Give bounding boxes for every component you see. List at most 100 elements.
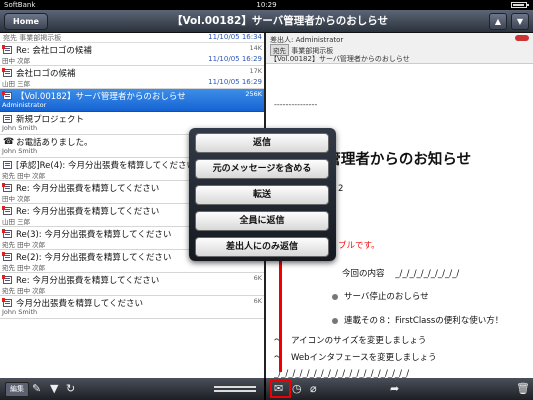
sender-value: Administrator <box>295 36 344 44</box>
reply-all-button[interactable]: 全員に返信 <box>195 211 329 231</box>
progress-track <box>214 386 256 388</box>
note-line: 〜 アイコンのサイズを変更しましょう <box>274 336 427 346</box>
mail-icon <box>2 275 12 284</box>
list-item-sender: 田中 次郎 <box>2 195 31 203</box>
flag-icon <box>2 229 5 233</box>
agenda-item: 連載その８：FirstClassの便利な使い方！ <box>332 314 503 326</box>
list-item-sender: John Smith <box>2 124 38 132</box>
page-title: 【Vol.00182】サーバ管理者からのおしらせ <box>171 15 389 27</box>
previous-message-button[interactable]: ▲ <box>489 13 507 30</box>
home-button[interactable]: Home <box>4 13 48 30</box>
list-item[interactable]: 【Vol.00182】サーバ管理者からのおしらせ 256K Administrato… <box>0 89 264 112</box>
filter-icon[interactable]: ▼ <box>50 378 58 400</box>
mail-icon <box>2 91 12 100</box>
content-label-text: 今回の内容 <box>342 269 385 279</box>
content-label: 今回の内容 _/_/_/_/_/_/_/_/_/ <box>342 267 459 279</box>
note-line: 〜 Webインタフェースを変更しましょう <box>274 353 437 363</box>
edit-button[interactable]: 編集 <box>5 382 29 397</box>
flag-icon <box>2 206 5 210</box>
flag-icon <box>2 252 5 256</box>
list-item[interactable]: Re: 会社ロゴの候補 14K 田中 次郎 11/10/05 16:29 <box>0 43 264 66</box>
mail-icon <box>2 298 12 307</box>
list-item-size: 256K <box>245 90 262 98</box>
list-item-sender: John Smith <box>2 308 38 316</box>
mail-icon <box>2 206 12 215</box>
agenda-item-text: 連載その８：FirstClassの便利な使い方！ <box>344 316 504 326</box>
flag-icon <box>2 45 5 49</box>
flag-icon <box>2 298 5 302</box>
list-item-size: 14K <box>249 44 262 52</box>
flag-icon <box>2 183 5 187</box>
message-toolbar: ✉ ◷ ⌀ ➦ 🗑 <box>266 378 533 400</box>
annotation-highlight <box>270 380 291 398</box>
content-decor: _/_/_/_/_/_/_/_/_/ <box>395 269 460 279</box>
phone-icon: ☎ <box>3 137 15 147</box>
flag-icon <box>2 68 5 72</box>
sender-label: 差出人: <box>270 36 294 44</box>
list-item-sender: 田中 次郎 <box>2 57 31 65</box>
list-item-sender: 宛先 田中 次郎 <box>2 241 46 249</box>
clock-icon[interactable]: ◷ <box>292 378 302 400</box>
separator-line: --------------- <box>274 100 318 109</box>
clock: 10:29 <box>256 1 277 9</box>
mail-icon <box>2 183 12 192</box>
forward-button[interactable]: 転送 <box>195 185 329 205</box>
list-item-sender: 宛先 事業部掲示板 <box>3 34 62 42</box>
progress-track <box>214 390 256 392</box>
trash-icon[interactable]: 🗑 <box>516 378 530 400</box>
compose-icon[interactable]: ✎ <box>32 378 41 400</box>
message-subject: 【Vol.00182】サーバ管理者からのおしらせ <box>270 55 410 63</box>
list-item-sender: Administrator <box>2 101 47 109</box>
list-item-sender: 山田 三郎 <box>2 80 31 88</box>
list-item-sender: John Smith <box>2 147 38 155</box>
flag-icon <box>2 91 5 95</box>
battery-icon <box>511 2 529 8</box>
message-header: 差出人: Administrator 宛先 事業部掲示板 【Vol.00182】… <box>266 33 533 64</box>
mail-icon <box>2 229 12 238</box>
reply-button[interactable]: 返信 <box>195 133 329 153</box>
list-item-sender: 宛先 田中 次郎 <box>2 172 46 180</box>
sync-progress <box>214 386 256 392</box>
list-item-sender: 宛先 田中 次郎 <box>2 264 46 272</box>
status-toggle[interactable] <box>515 35 529 41</box>
mail-icon <box>3 115 12 123</box>
list-item-date: 11/10/05 16:29 <box>208 78 262 86</box>
mail-icon <box>3 161 12 169</box>
agenda-item: サーバ停止のおしらせ <box>332 290 429 302</box>
list-item-size: 6K <box>253 297 262 305</box>
flag-icon <box>2 275 5 279</box>
list-item-sender: 宛先 田中 次郎 <box>2 287 46 295</box>
list-item-subject: Re: 今月分出張費を精算してください <box>16 207 160 217</box>
refresh-icon[interactable]: ↻ <box>66 378 75 400</box>
mail-icon <box>2 252 12 261</box>
annotation-arrow <box>279 250 282 372</box>
list-item[interactable]: 会社ロゴの候補 17K 山田 三郎 11/10/05 16:29 <box>0 66 264 89</box>
message-navigation: ▲ ▼ <box>489 13 529 30</box>
list-item-date: 11/10/05 16:34 <box>208 33 262 41</box>
footer-decor: _/_/_/_/_/_/_/_/_/_/_/_/_/_/_/_/_/_/_/ <box>274 369 410 378</box>
list-toolbar: 編集 ✎ ▼ ↻ <box>0 378 264 400</box>
list-item-subject: Re: 今月分出張費を精算してください <box>16 184 160 194</box>
list-item-size: 6K <box>253 274 262 282</box>
status-bar: SoftBank 10:29 <box>0 0 533 10</box>
list-item-date: 11/10/05 16:29 <box>208 55 262 63</box>
body-text-red: ブルです。 <box>338 241 380 251</box>
navigation-bar: Home 【Vol.00182】サーバ管理者からのおしらせ ▲ ▼ <box>0 10 533 33</box>
list-item[interactable]: Re: 今月分出張費を精算してください 6K 宛先 田中 次郎 <box>0 273 264 296</box>
reply-menu: 返信 元のメッセージを含める 転送 全員に返信 差出人にのみ返信 <box>189 128 336 261</box>
bullet-icon <box>332 317 338 324</box>
list-item-sender: 山田 三郎 <box>2 218 31 226</box>
agenda-item-text: サーバ停止のおしらせ <box>344 292 429 302</box>
list-item[interactable]: 宛先 事業部掲示板 11/10/05 16:34 <box>0 33 264 43</box>
list-item-size: 17K <box>249 67 262 75</box>
mail-icon <box>2 45 12 54</box>
list-item[interactable]: 今月分出張費を精算してください 6K John Smith <box>0 296 264 319</box>
bullet-icon <box>332 293 338 300</box>
forward-icon[interactable]: ➦ <box>390 378 399 400</box>
reply-sender-only-button[interactable]: 差出人にのみ返信 <box>195 237 329 257</box>
mail-icon <box>2 68 12 77</box>
next-message-button[interactable]: ▼ <box>511 13 529 30</box>
include-original-button[interactable]: 元のメッセージを含める <box>195 159 329 179</box>
attachment-icon[interactable]: ⌀ <box>310 378 317 400</box>
body-text: 2 <box>338 184 344 194</box>
